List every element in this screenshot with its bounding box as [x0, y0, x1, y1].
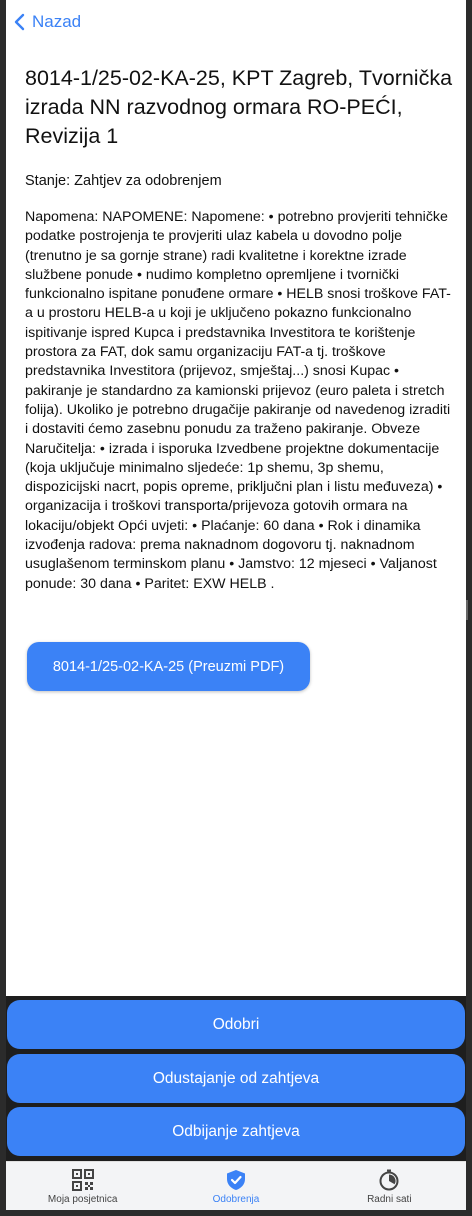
app-screen: Nazad 8014-1/25-02-KA-25, KPT Zagreb, Tv… — [6, 0, 466, 1210]
tab-radni-sati[interactable]: Radni sati — [313, 1162, 466, 1210]
back-button[interactable]: Nazad — [12, 12, 81, 32]
timer-icon — [379, 1169, 399, 1191]
back-label: Nazad — [32, 12, 82, 31]
approve-button[interactable]: Odobri — [7, 1000, 465, 1049]
tab-label: Radni sati — [367, 1194, 412, 1205]
tab-label: Moja posjetnica — [47, 1194, 118, 1205]
bottom-tab-bar: Moja posjetnica Odobrenja Radni sati — [6, 1161, 466, 1210]
tab-odobrenja[interactable]: Odobrenja — [159, 1162, 312, 1210]
withdraw-request-button[interactable]: Odustajanje od zahtjeva — [7, 1054, 465, 1103]
action-bar: Odobri Odustajanje od zahtjeva Odbijanje… — [6, 996, 466, 1161]
reject-request-button[interactable]: Odbijanje zahtjeva — [7, 1107, 465, 1156]
qr-code-icon — [71, 1169, 94, 1191]
download-pdf-button[interactable]: 8014-1/25-02-KA-25 (Preuzmi PDF) — [27, 642, 310, 691]
offer-status: Stanje: Zahtjev za odobrenjem — [25, 173, 222, 189]
tab-label: Odobrenja — [212, 1194, 260, 1205]
tab-moja-posjetnica[interactable]: Moja posjetnica — [6, 1162, 159, 1210]
scroll-indicator — [466, 600, 468, 620]
chevron-left-icon — [14, 13, 25, 31]
shield-check-icon — [226, 1170, 245, 1190]
offer-note: Napomena: NAPOMENE: Napomene: • potrebno… — [25, 209, 451, 592]
offer-title: 8014-1/25-02-KA-25, KPT Zagreb, Tvorničk… — [25, 66, 453, 148]
device-frame: Nazad 8014-1/25-02-KA-25, KPT Zagreb, Tv… — [0, 0, 472, 1216]
